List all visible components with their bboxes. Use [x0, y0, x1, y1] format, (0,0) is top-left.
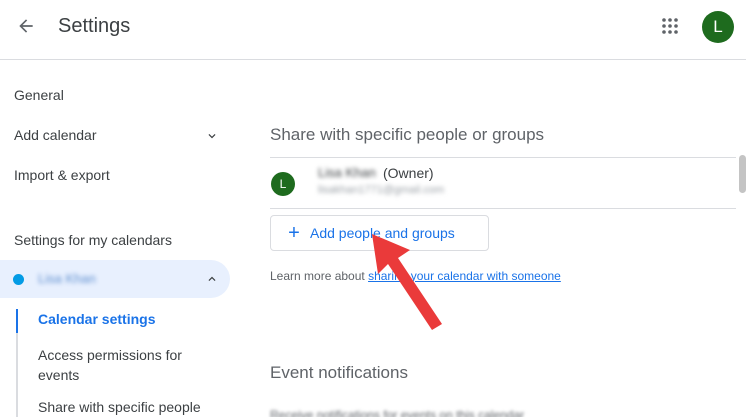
subnav-item-share-specific[interactable]: Share with specific people	[38, 397, 201, 417]
divider	[270, 157, 736, 158]
learn-more-link[interactable]: sharing your calendar with someone	[368, 269, 561, 283]
event-notifications-subtitle: Receive notifications for events on this…	[270, 408, 525, 417]
sidebar-item-import-export[interactable]: Import & export	[14, 167, 110, 183]
owner-email: lisakhan1771@gmail.com	[318, 184, 445, 196]
owner-avatar: L	[271, 172, 295, 196]
subnav-active-indicator	[16, 309, 18, 333]
scrollbar-thumb[interactable]	[739, 155, 746, 193]
owner-name: Lisa Khan	[318, 165, 376, 180]
add-people-label: Add people and groups	[310, 225, 455, 241]
apps-button[interactable]	[656, 12, 684, 40]
account-avatar[interactable]: L	[702, 11, 734, 43]
learn-more-prefix: Learn more about	[270, 269, 369, 283]
event-notifications-title: Event notifications	[270, 363, 408, 382]
sidebar-calendar-item[interactable]: Lisa Khan	[0, 260, 230, 298]
learn-more-text: Learn more about sharing your calendar w…	[270, 269, 561, 283]
chevron-down-icon[interactable]	[202, 126, 222, 146]
my-calendars-heading: Settings for my calendars	[14, 232, 172, 248]
subnav-item-calendar-settings[interactable]: Calendar settings	[38, 309, 155, 329]
calendar-name: Lisa Khan	[38, 271, 96, 286]
subnav-item-access-permissions[interactable]: Access permissions for events	[38, 345, 218, 385]
divider	[270, 208, 736, 209]
add-people-button[interactable]: + Add people and groups	[270, 215, 489, 251]
sidebar-item-add-calendar[interactable]: Add calendar	[14, 127, 97, 143]
owner-role: (Owner)	[383, 165, 434, 181]
app-header: Settings L	[0, 0, 746, 60]
page-title: Settings	[58, 15, 131, 37]
calendar-color-dot	[13, 274, 24, 285]
back-button[interactable]	[10, 10, 42, 42]
share-section-title: Share with specific people or groups	[270, 125, 545, 144]
plus-icon: +	[288, 222, 300, 244]
chevron-up-icon[interactable]	[202, 269, 222, 289]
apps-grid-icon	[662, 18, 678, 34]
arrow-back-icon	[19, 19, 33, 33]
sidebar-item-general[interactable]: General	[14, 87, 64, 103]
